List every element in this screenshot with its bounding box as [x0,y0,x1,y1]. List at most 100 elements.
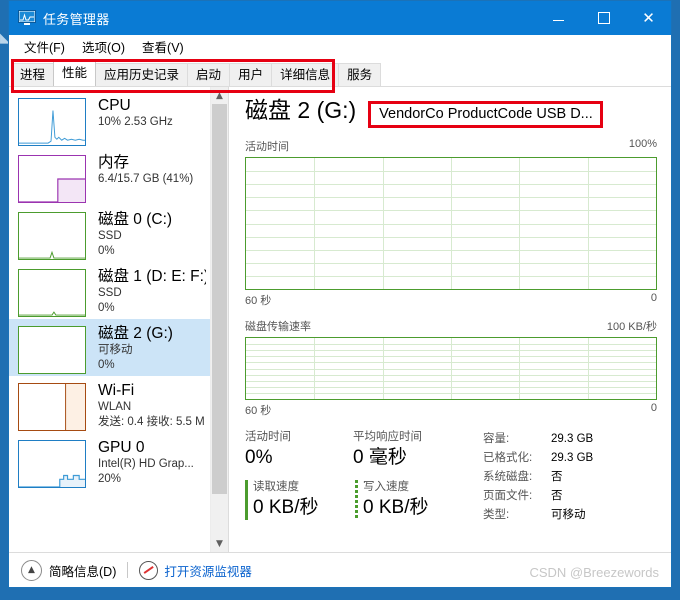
tab-users[interactable]: 用户 [229,63,273,86]
sidebar-item-disk1-sub2: 0% [98,302,115,314]
menu-item-view[interactable]: 查看(V) [134,35,193,58]
sidebar-item-disk2[interactable]: 磁盘 2 (G:) 可移动 0% [9,319,210,376]
tab-strip: 进程 性能 应用历史记录 启动 用户 详细信息 服务 [11,58,382,86]
cpu-thumbnail-graph [18,98,86,146]
stat-write-speed-value: 0 KB/秒 [363,497,429,518]
memory-thumbnail-graph [18,155,86,203]
open-resource-monitor-label: 打开资源监视器 [164,564,252,579]
main-header: 磁盘 2 (G:) VendorCo ProductCode USB D... [245,96,657,128]
tab-startup[interactable]: 启动 [187,63,231,86]
stat-read-speed-text: 读取速度 0 KB/秒 [253,480,318,520]
sidebar-item-gpu0-title: GPU 0 [98,439,145,456]
read-speed-legend-swatch [245,480,248,520]
chart-transfer-rate: 磁盘传输速率 100 KB/秒 60 秒 0 [245,318,657,418]
info-key-system-disk: 系统磁盘: [483,471,533,483]
close-button[interactable]: ✕ [626,1,671,35]
chart-transfer-rate-label: 磁盘传输速率 [245,321,311,333]
minimize-icon [553,20,564,21]
sidebar-item-disk0-text: 磁盘 0 (C:) SSD 0% [98,210,172,259]
task-manager-window: 任务管理器 ✕ 文件(F) 选项(O) 查看(V) 进程 性能 应用历史记录 启… [8,0,672,588]
info-key-type: 类型: [483,509,510,521]
scroll-up-button[interactable]: ▲ [211,87,228,104]
disk2-thumbnail-graph [18,326,86,374]
disk1-thumbnail-graph [18,269,86,317]
sidebar-item-memory-title: 内存 [98,154,130,171]
stat-write-speed-text: 写入速度 0 KB/秒 [363,480,428,520]
task-manager-icon [18,10,36,26]
fewer-details-button[interactable]: ▲ 简略信息(D) [21,559,116,581]
stat-active-time-caption: 活动时间 [245,431,291,443]
sidebar-item-gpu0-text: GPU 0 Intel(R) HD Grap... 20% [98,438,194,487]
sidebar-item-gpu0[interactable]: GPU 0 Intel(R) HD Grap... 20% [9,433,210,490]
sidebar-item-memory-sub: 6.4/15.7 GB (41%) [98,173,194,185]
sidebar-item-wifi-text: Wi-Fi WLAN 发送: 0.4 接收: 5.5 M [98,381,205,430]
sidebar-item-cpu[interactable]: CPU 10% 2.53 GHz [9,91,210,148]
sidebar-item-gpu0-sub2: 20% [98,473,122,485]
maximize-icon [597,12,610,24]
sidebar-item-disk0-sub2: 0% [98,245,115,257]
window-controls: ✕ [536,1,671,35]
title-bar: 任务管理器 ✕ [9,1,671,35]
sidebar-item-disk1-text: 磁盘 1 (D: E: F:) SSD 0% [98,267,206,316]
info-value-formatted: 29.3 GB [551,452,594,464]
resource-monitor-icon [139,560,159,580]
maximize-button[interactable] [581,1,626,35]
menu-item-options[interactable]: 选项(O) [74,35,134,58]
stats-row-speeds: 读取速度 0 KB/秒 写入速度 0 KB/秒 [245,480,473,520]
stats-area: 活动时间 0% 平均响应时间 0 毫秒 读取速度 0 KB/秒 写入速度 0 K… [245,430,657,525]
sidebar-item-memory[interactable]: 内存 6.4/15.7 GB (41%) [9,148,210,205]
main-panel: 磁盘 2 (G:) VendorCo ProductCode USB D... … [229,87,671,552]
chart-active-time: 活动时间 100% 60 秒 0 [245,138,657,308]
sidebar-scrollbar[interactable]: ▲ ▼ [210,87,228,552]
info-row-type: 类型: 可移动 [483,506,657,525]
chart-transfer-rate-plot [245,337,657,400]
chart-transfer-rate-max: 100 KB/秒 [606,321,657,333]
info-row-system-disk: 系统磁盘: 否 [483,468,657,487]
info-row-capacity: 容量: 29.3 GB [483,430,657,449]
open-resource-monitor-button[interactable]: 打开资源监视器 [139,560,252,580]
chart-active-time-left: 60 秒 [245,295,272,307]
menu-item-file[interactable]: 文件(F) [16,35,74,58]
chart-active-time-label: 活动时间 [245,141,289,153]
tab-processes[interactable]: 进程 [11,63,55,86]
tab-app-history[interactable]: 应用历史记录 [95,63,189,86]
info-key-formatted: 已格式化: [483,452,533,464]
info-value-type: 可移动 [551,509,586,521]
chevron-up-circle-icon: ▲ [21,559,42,581]
page-title: 磁盘 2 (G:) [245,97,357,123]
stats-row-primary: 活动时间 0% 平均响应时间 0 毫秒 [245,430,473,471]
sidebar-item-disk0[interactable]: 磁盘 0 (C:) SSD 0% [9,205,210,262]
gpu0-thumbnail-graph [18,440,86,488]
stat-active-time: 活动时间 0% [245,430,353,471]
sidebar: CPU 10% 2.53 GHz 内存 6.4/15.7 GB (41%) 磁盘… [9,87,229,552]
sidebar-item-disk0-sub1: SSD [98,230,122,242]
chart-transfer-rate-right: 0 [650,402,657,414]
info-value-capacity: 29.3 GB [551,433,594,445]
sidebar-item-wifi-title: Wi-Fi [98,382,135,399]
chart-transfer-rate-top-labels: 磁盘传输速率 100 KB/秒 [245,318,657,337]
tab-details[interactable]: 详细信息 [271,63,340,86]
scroll-down-button[interactable]: ▼ [211,535,228,552]
sidebar-item-cpu-text: CPU 10% 2.53 GHz [98,96,173,130]
sidebar-list: CPU 10% 2.53 GHz 内存 6.4/15.7 GB (41%) 磁盘… [9,87,210,552]
info-value-page-file: 否 [551,490,563,502]
device-name-label: VendorCo ProductCode USB D... [368,101,603,128]
stat-read-speed: 读取速度 0 KB/秒 [245,480,355,520]
sidebar-item-disk0-title: 磁盘 0 (C:) [98,211,173,228]
sidebar-item-disk1[interactable]: 磁盘 1 (D: E: F:) SSD 0% [9,262,210,319]
sidebar-item-wifi-sub2: 发送: 0.4 接收: 5.5 M [98,416,205,428]
chart-active-time-top-labels: 活动时间 100% [245,138,657,157]
tab-services[interactable]: 服务 [338,63,382,86]
stat-avg-response-caption: 平均响应时间 [353,431,422,443]
tab-performance[interactable]: 性能 [53,60,97,86]
scrollbar-thumb[interactable] [212,104,227,494]
info-row-page-file: 页面文件: 否 [483,487,657,506]
minimize-button[interactable] [536,1,581,35]
sidebar-item-disk2-sub1: 可移动 [98,344,133,356]
close-icon: ✕ [642,8,655,27]
desktop-background: ◣ 任务管理器 ✕ 文件(F) 选项(O) 查看(V) 进程 性能 应用历史记录… [0,0,680,600]
chart-active-time-plot [245,157,657,290]
sidebar-item-disk2-sub2: 0% [98,359,115,371]
info-key-capacity: 容量: [483,433,510,445]
sidebar-item-wifi[interactable]: Wi-Fi WLAN 发送: 0.4 接收: 5.5 M [9,376,210,433]
